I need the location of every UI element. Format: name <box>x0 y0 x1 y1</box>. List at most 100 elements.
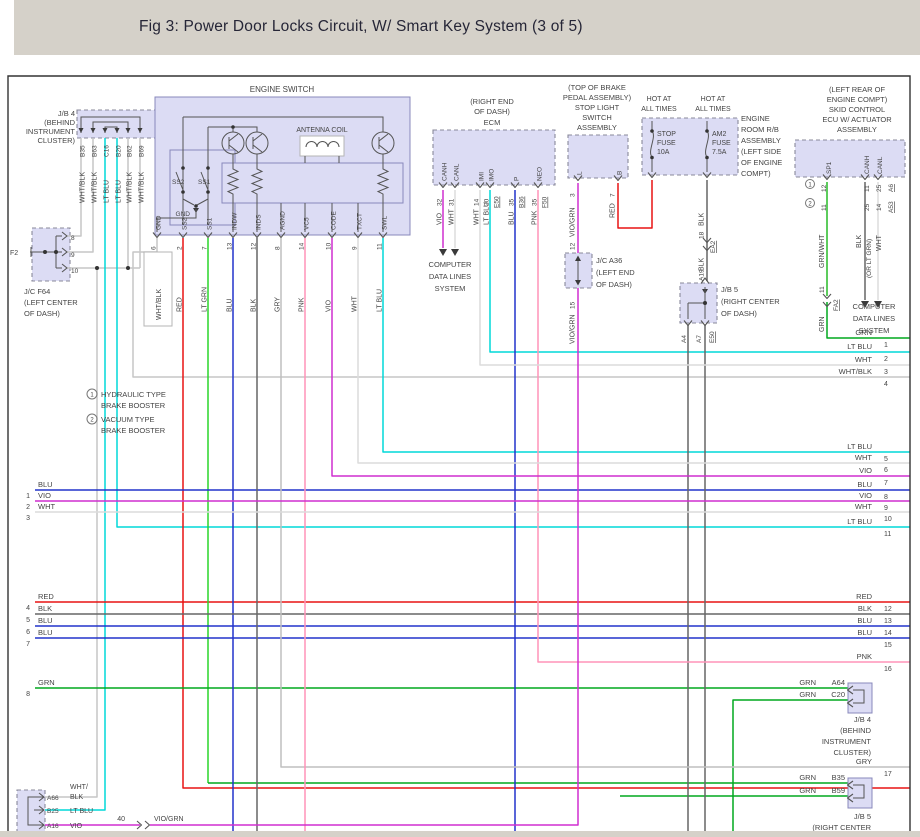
label-ecm-terminals-4-wire: BLU <box>509 211 516 225</box>
label-ecm-location-1: OF DASH) <box>474 107 510 116</box>
label-jb4_left-terminals-3-wire: LT BLU <box>116 180 123 203</box>
label-green_rows-0-code: A64 <box>832 678 845 687</box>
label-notes-1-lines-1: BRAKE BOOSTER <box>101 426 166 435</box>
label-jb4_right-title-3: CLUSTER) <box>833 748 871 757</box>
label-jb4_left-title-0: J/B 4 <box>58 109 75 118</box>
label-right_rows-6-num: 7 <box>884 480 888 487</box>
label-engine_switch-label: ENGINE SWITCH <box>250 85 315 94</box>
label-jb4_left-terminals-4-wire: WHT/BLK <box>127 172 134 203</box>
label-engine_switch-terminals-6-name: VC5 <box>304 217 311 230</box>
labels: J/B 4(BEHINDINSTRUMENTCLUSTER)B35WHT/BLK… <box>10 83 896 832</box>
label-jc_f64-terminals-1: 9 <box>71 252 75 259</box>
label-engine_switch-terminals-2-wire: LT GRN <box>202 287 209 312</box>
label-fuse_box-fuses-0-0: STOP <box>657 131 676 138</box>
label-skid-wires-1: BLK <box>856 234 863 248</box>
label-fuse_box-title-3: (LEFT SIDE <box>741 147 781 156</box>
label-engine_switch-terminals-2-name: SS1 <box>207 217 214 230</box>
label-jb5_top-outs-1: A7 <box>696 335 703 343</box>
label-ecm-terminals-3-code: E50 <box>494 196 501 208</box>
label-engine_switch-terminals-7-num: 10 <box>326 242 333 250</box>
label-fuse_box-hot1-0: HOT AT <box>647 96 672 103</box>
label-fuse_box-fuses-1-1: FUSE <box>712 140 731 147</box>
label-ecm-terminals-4-num: 35 <box>509 198 516 206</box>
label-skid-terminals-0-nums-1: 11 <box>821 204 828 211</box>
label-ecm-terminals-5-code: F50 <box>542 196 549 208</box>
label-engine_switch-terminals-3-name: INDW <box>232 212 239 230</box>
label-ecm-name: ECM <box>484 118 501 127</box>
label-green_rows-1-code: C20 <box>831 690 845 699</box>
label-ecm-terminals-5-wire: PNK <box>532 210 539 225</box>
label-left_rows-4-num: 5 <box>26 617 30 624</box>
label-jc_f64-terminals-2: 10 <box>71 268 79 275</box>
label-skid-wires-2: (OR LT GRN) <box>866 239 873 278</box>
label-ecm-terminals-4-code: B36 <box>519 196 526 208</box>
label-skid-title-1: ENGINE COMPT) <box>827 95 888 104</box>
label-am2_chain-conn_code: EA2 <box>710 240 717 253</box>
label-skid-terminals-1-nums-0: 11 <box>864 185 871 192</box>
label-skid-terminals-2-name: CANL <box>877 156 884 174</box>
label-left_rows-1-num: 2 <box>26 504 30 511</box>
label-right_rows-3-num: 4 <box>884 381 888 388</box>
label-skid-terminals-2-nums-0: 25 <box>876 184 883 192</box>
label-skid-codes-0: A6 <box>888 184 895 192</box>
label-skid-title-2: SKID CONTROL <box>829 105 885 114</box>
label-ecm-terminals-1-name: CANL <box>454 163 461 181</box>
label-notes-1-lines-0: VACUUM TYPE <box>101 415 154 424</box>
wires <box>35 138 910 831</box>
label-fuse_box-fuses-0-2: 10A <box>657 149 670 156</box>
bottom-strip <box>0 831 920 837</box>
label-right_rows-13-num: 14 <box>884 630 892 637</box>
label-green_rows-3-code: B59 <box>832 786 845 795</box>
label-engine_switch-terminals-4-num: 12 <box>251 242 258 250</box>
label-bottom_left-terminals-2-wire-0: VIO <box>70 823 83 830</box>
label-fuse_box-title-5: COMPT) <box>741 169 771 178</box>
label-bottom_left-terminals-1-code: B25 <box>47 808 59 815</box>
label-fuse_box-fuses-1-2: 7.5A <box>712 149 727 156</box>
label-jc_a36-wire: VIO/GRN <box>570 314 577 344</box>
label-ecm-terminals-2-name: IMI <box>479 172 486 181</box>
label-left_rows-3-label: RED <box>38 592 54 601</box>
label-engine_switch-terminals-3-wire: BLU <box>227 298 234 312</box>
label-ecm-computer-0: COMPUTER <box>429 260 473 269</box>
label-jb5_top-title-1: (RIGHT CENTER <box>721 297 780 306</box>
jb4-left-box <box>77 110 156 138</box>
label-skid-title-0: (LEFT REAR OF <box>829 85 886 94</box>
label-right_rows-10-label: LT BLU <box>847 517 872 526</box>
label-jc_f64-title-2: OF DASH) <box>24 309 60 318</box>
label-jb4_left-terminals-5-code: B69 <box>139 145 146 157</box>
label-left_rows-2-label: WHT <box>38 502 55 511</box>
label-notes-0-lines-1: BRAKE BOOSTER <box>101 401 166 410</box>
label-bottom_left-terminals-1-wire-0: LT BLU <box>70 808 93 815</box>
label-right_rows-8-num: 9 <box>884 505 888 512</box>
label-fuse_box-hot2-1: ALL TIMES <box>695 106 731 113</box>
label-right_rows-15-label: PNK <box>857 652 872 661</box>
label-right_rows-1-label: LT BLU <box>847 342 872 351</box>
label-bottom_left-terminals-0-wire-1: BLK <box>70 794 84 801</box>
label-engine_switch-terminals-7-wire: VIO <box>326 299 333 312</box>
label-ecm-terminals-3-name: IMO <box>489 169 496 181</box>
label-jc_a36-num_bottom: 15 <box>570 301 577 309</box>
label-jc_f64-title-1: (LEFT CENTER <box>24 298 78 307</box>
label-left_rows-1-label: VIO <box>38 491 51 500</box>
skid-control-box <box>795 140 905 177</box>
label-stop_light_switch-terminals-0-wire: VIO/GRN <box>570 207 577 237</box>
label-green_rows-0-wire: GRN <box>799 678 816 687</box>
label-ecm-terminals-1-num: 31 <box>449 198 456 206</box>
label-fuse_box-title-2: ASSEMBLY <box>741 136 781 145</box>
label-jb4_left-terminals-0-wire: WHT/BLK <box>80 172 87 203</box>
label-left_rows-4-label: BLK <box>38 604 52 613</box>
label-green_rows-1-wire: GRN <box>799 690 816 699</box>
label-stop_light_switch-terminals-1-name: B <box>617 171 624 175</box>
label-skid-computer-1: DATA LINES <box>853 314 895 323</box>
label-fuse_box-fuses-1-0: AM2 <box>712 131 727 138</box>
label-engine_switch-antenna_coil: ANTENNA COIL <box>296 127 347 134</box>
label-stop_light_switch-terminals-0-name: L <box>577 171 584 175</box>
label-fuse_box-title-1: ROOM R/B <box>741 125 779 134</box>
label-right_rows-16-num: 17 <box>884 771 892 778</box>
label-am2_chain-conn_num: 18 <box>699 231 706 239</box>
diagram-viewer: Fig 3: Power Door Locks Circuit, W/ Smar… <box>0 0 920 837</box>
label-jb4_left-title-1: (BEHIND <box>44 118 75 127</box>
label-stop_light_switch-terminals-1-num: 7 <box>610 193 617 197</box>
antenna-coil-box <box>300 136 344 156</box>
label-jc_f64-f2: F2 <box>10 250 18 257</box>
